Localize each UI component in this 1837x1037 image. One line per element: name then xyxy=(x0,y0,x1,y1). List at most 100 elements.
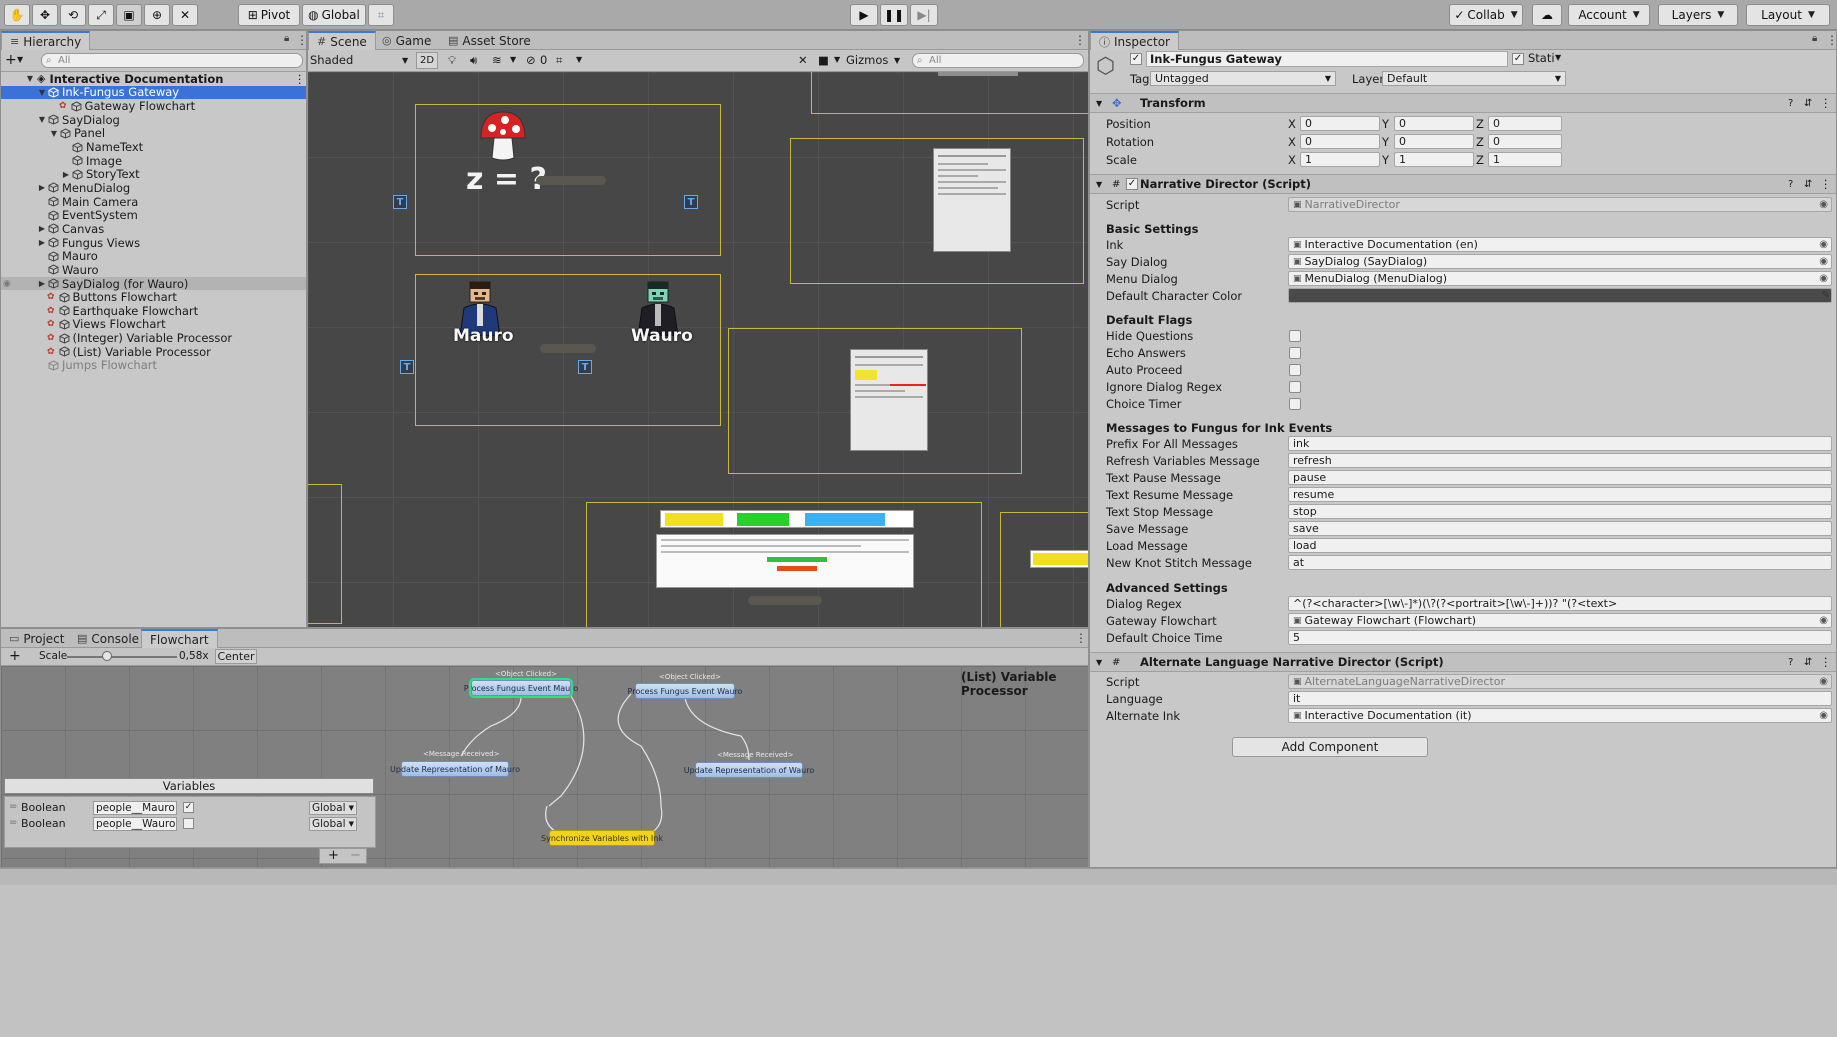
camera-icon[interactable]: ■ xyxy=(818,53,829,67)
flowchart-block-update-mauro[interactable]: Update Representation of Mauro xyxy=(390,761,520,777)
message-6-field[interactable]: load xyxy=(1288,538,1832,553)
component-kebab-icon[interactable]: ⋮ xyxy=(1820,655,1832,669)
hand-tool-icon[interactable]: ✋ xyxy=(4,4,30,26)
layers-dropdown[interactable]: Layers ▼ xyxy=(1658,4,1738,26)
language-field[interactable]: it xyxy=(1288,691,1832,706)
effects-caret-icon[interactable]: ▼ xyxy=(510,55,516,64)
transform-rotation-z-field[interactable]: 0 xyxy=(1488,134,1562,149)
flag-3-checkbox[interactable] xyxy=(1289,380,1301,393)
text-gizmo-icon[interactable]: T xyxy=(400,360,414,374)
expand-arrow-icon[interactable]: ▶ xyxy=(61,170,71,179)
expand-arrow-icon[interactable]: ▼ xyxy=(37,88,47,97)
camera-caret-icon[interactable]: ▼ xyxy=(834,55,840,64)
hierarchy-row[interactable]: Mauro xyxy=(1,249,306,263)
hierarchy-row[interactable]: ✿ Earthquake Flowchart xyxy=(1,304,306,318)
message-0-field[interactable]: ink xyxy=(1288,436,1832,451)
static-checkbox[interactable]: ✓ xyxy=(1512,53,1524,65)
foldout-arrow-icon[interactable]: ▼ xyxy=(1096,658,1102,667)
ui-rect-left-edge[interactable] xyxy=(308,484,342,624)
expand-arrow-icon[interactable]: ▼ xyxy=(25,74,35,83)
inspector-kebab-icon[interactable]: ⋮ xyxy=(1826,33,1837,47)
hierarchy-row[interactable]: ◉ ▶ SayDialog (for Wauro) xyxy=(1,277,306,291)
hierarchy-row[interactable]: ▶ Canvas xyxy=(1,222,306,236)
component-kebab-icon[interactable]: ⋮ xyxy=(1820,177,1832,191)
alternate-director-header[interactable]: ▼ # Alternate Language Narrative Directo… xyxy=(1090,652,1836,672)
variable-scope-dropdown[interactable]: Global ▼ xyxy=(309,801,357,815)
expand-arrow-icon[interactable]: ▶ xyxy=(37,279,47,288)
hierarchy-row[interactable]: ▼ Panel xyxy=(1,126,306,140)
2d-toggle[interactable]: 2D xyxy=(416,52,438,69)
hierarchy-row[interactable]: Jumps Flowchart xyxy=(1,358,306,372)
component-kebab-icon[interactable]: ⋮ xyxy=(1820,96,1832,110)
account-dropdown[interactable]: Account ▼ xyxy=(1568,4,1650,26)
grid-icon[interactable]: ⌗ xyxy=(556,53,562,68)
default-character-color-color-field[interactable] xyxy=(1288,288,1832,303)
transform-position-x-field[interactable]: 0 xyxy=(1300,116,1380,131)
flowchart-block-wauro[interactable]: Process Fungus Event Wauro xyxy=(628,683,742,699)
scene-search-input[interactable]: ⌕ All xyxy=(912,53,1084,68)
flowchart-canvas[interactable]: (List) Variable Processor <Object Clicke… xyxy=(1,666,1088,867)
object-picker-icon[interactable]: ◉ xyxy=(1819,256,1828,267)
ink-field[interactable]: ▣ Interactive Documentation (en) ◉ xyxy=(1288,237,1832,252)
transform-scale-z-field[interactable]: 1 xyxy=(1488,152,1562,167)
add-block-plus-icon[interactable]: + xyxy=(9,648,21,664)
variables-header[interactable]: Variables xyxy=(4,778,374,794)
flag-1-checkbox[interactable] xyxy=(1289,346,1301,359)
flag-4-checkbox[interactable] xyxy=(1289,397,1301,410)
expand-arrow-icon[interactable]: ▶ xyxy=(37,238,47,247)
object-picker-icon[interactable]: ◉ xyxy=(1819,273,1828,284)
preset-icon[interactable]: ⇵ xyxy=(1804,98,1812,109)
flowchart-block-sync[interactable]: Synchronize Variables with Ink xyxy=(541,830,663,846)
pivot-toggle[interactable]: ⊞ Pivot xyxy=(238,4,300,26)
gateway-flowchart-field[interactable]: ▣ Gateway Flowchart (Flowchart) ◉ xyxy=(1288,613,1832,628)
step-button[interactable]: ▶| xyxy=(910,4,938,26)
hierarchy-row[interactable]: Image xyxy=(1,154,306,168)
cloud-icon[interactable]: ☁ xyxy=(1532,4,1562,26)
remove-variable-minus-icon[interactable]: − xyxy=(350,848,361,863)
static-caret-icon[interactable]: ▼ xyxy=(1555,53,1561,62)
variable-value-checkbox[interactable]: ✓ xyxy=(183,802,194,813)
tag-dropdown[interactable]: Untagged ▼ xyxy=(1150,71,1336,86)
flowchart-block-mauro[interactable]: Process Fungus Event Mauro xyxy=(464,678,578,698)
transform-position-y-field[interactable]: 0 xyxy=(1394,116,1474,131)
scale-tool-icon[interactable]: ⤢ xyxy=(88,4,114,26)
add-variable-plus-icon[interactable]: + xyxy=(328,848,339,863)
hierarchy-row[interactable]: ✿ Gateway Flowchart xyxy=(1,99,306,113)
message-3-field[interactable]: resume xyxy=(1288,487,1832,502)
narrative-director-header[interactable]: ▼ # ✓ Narrative Director (Script) ? ⇵ ⋮ xyxy=(1090,174,1836,194)
transform-scale-y-field[interactable]: 1 xyxy=(1394,152,1474,167)
tab-asset-store[interactable]: ▤ Asset Store xyxy=(440,31,539,50)
hierarchy-search-input[interactable]: ⌕ All xyxy=(41,53,303,68)
menu-dialog-field[interactable]: ▣ MenuDialog (MenuDialog) ◉ xyxy=(1288,271,1832,286)
transform-rotation-y-field[interactable]: 0 xyxy=(1394,134,1474,149)
variable-scope-dropdown[interactable]: Global ▼ xyxy=(309,817,357,831)
tab-project[interactable]: ▭ Project xyxy=(1,629,72,648)
transform-tool-icon[interactable]: ⊕ xyxy=(144,4,170,26)
add-component-button[interactable]: Add Component xyxy=(1232,737,1428,757)
object-picker-icon[interactable]: ◉ xyxy=(1819,710,1828,721)
transform-position-z-field[interactable]: 0 xyxy=(1488,116,1562,131)
hierarchy-row[interactable]: Wauro xyxy=(1,263,306,277)
help-icon[interactable]: ? xyxy=(1788,179,1793,190)
gizmos-dropdown[interactable]: Gizmos ▼ xyxy=(846,53,904,68)
narrative-enabled-checkbox[interactable]: ✓ xyxy=(1126,178,1138,190)
expand-arrow-icon[interactable]: ▶ xyxy=(37,224,47,233)
visibility-eye-icon[interactable]: ◉ xyxy=(3,279,11,289)
variable-value-checkbox[interactable] xyxy=(183,818,194,829)
hierarchy-row[interactable]: ✿ (Integer) Variable Processor xyxy=(1,331,306,345)
hierarchy-row[interactable]: ✿ Views Flowchart xyxy=(1,317,306,331)
help-icon[interactable]: ? xyxy=(1788,657,1793,668)
hierarchy-row[interactable]: ✿ (List) Variable Processor xyxy=(1,345,306,359)
text-gizmo-icon[interactable]: T xyxy=(684,195,698,209)
rotate-tool-icon[interactable]: ⟲ xyxy=(60,4,86,26)
variable-name-input[interactable]: people__Wauro xyxy=(93,817,177,831)
inspector-lock-icon[interactable]: 🔒︎ xyxy=(1812,33,1817,44)
tools-icon[interactable]: ✕ xyxy=(798,53,808,67)
transform-header[interactable]: ▼ ✥ Transform ? ⇵ ⋮ xyxy=(1090,93,1836,113)
layout-dropdown[interactable]: Layout ▼ xyxy=(1746,4,1830,26)
scene-root-row[interactable]: ▼ ◈ Interactive Documentation ⋮ xyxy=(1,72,306,86)
object-picker-icon[interactable]: ◉ xyxy=(1819,676,1828,687)
tab-inspector[interactable]: ⓘ Inspector xyxy=(1090,31,1179,50)
light-icon[interactable]: 💡︎ xyxy=(448,53,456,68)
text-gizmo-icon[interactable]: T xyxy=(578,360,592,374)
